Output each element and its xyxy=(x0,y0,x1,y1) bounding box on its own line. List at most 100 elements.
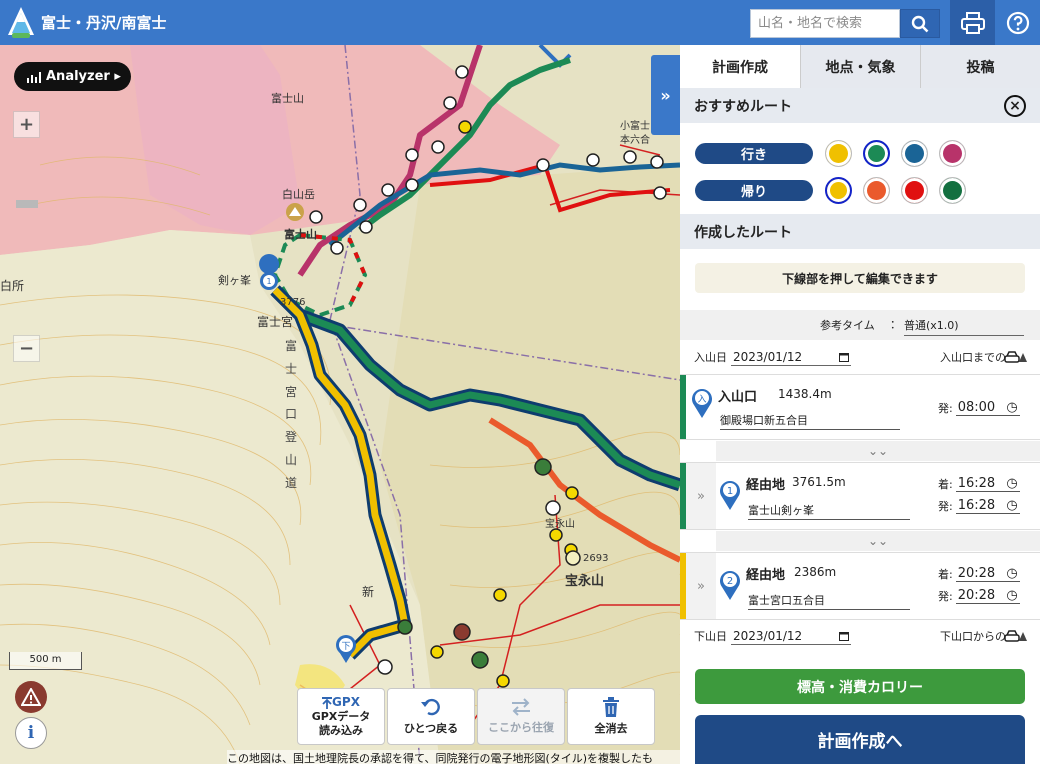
warning-button[interactable] xyxy=(15,681,47,713)
map-view[interactable]: 1 下 富士山 富士山 白山岳 剣ヶ峯 3776 富士宮 白所 宝永山 宝永山 … xyxy=(0,45,680,764)
trash-icon xyxy=(603,697,619,718)
access-to-trailhead-label: 入山口までの xyxy=(940,351,1006,364)
waypoint-start[interactable]: 入 入山口 1438.4m 御殿場口新五合目 発: 08:00 ◷ xyxy=(680,374,1040,440)
zoom-slider[interactable] xyxy=(13,190,40,217)
arrive-time-input[interactable]: 16:28 ◷ xyxy=(955,476,1020,492)
map-label: 新 xyxy=(362,585,375,599)
map-label: 宝永山 xyxy=(545,519,575,530)
map-label: 剣ヶ峯 xyxy=(218,274,251,287)
start-date-input[interactable]: 2023/01/12 xyxy=(731,349,851,366)
access-from-trailhead-label: 下山口からの xyxy=(940,630,1006,643)
chevron-double-right-icon[interactable]: » xyxy=(686,553,716,619)
tab-post[interactable]: 投稿 xyxy=(920,45,1040,88)
undo-label: ひとつ戻る xyxy=(403,722,459,736)
map-label: 富士宮口登山道 xyxy=(285,339,298,490)
arrive-time-row: 着: 20:28 ◷ xyxy=(938,566,1020,582)
map-label: 3776 xyxy=(280,297,306,308)
clear-all-button[interactable]: 全消去 xyxy=(567,688,655,745)
depart-time-input[interactable]: 20:28 ◷ xyxy=(955,588,1020,604)
arrive-label: 着: xyxy=(938,568,953,581)
swap-icon xyxy=(512,698,530,716)
close-icon[interactable]: × xyxy=(1004,94,1026,117)
collapse-panel-button[interactable]: » xyxy=(651,55,680,135)
app-title[interactable]: 富士・丹沢/南富士 xyxy=(41,12,166,33)
search-button[interactable] xyxy=(900,9,940,38)
recommended-route-header: おすすめルート × xyxy=(680,88,1040,123)
return-color-red[interactable] xyxy=(901,177,928,204)
side-panel: 計画作成 地点・気象 投稿 おすすめルート × 行き 帰り 作成したルート 下線… xyxy=(680,45,1040,764)
chevron-down-icon: ⌄⌄ xyxy=(716,441,1040,461)
car-icon[interactable] xyxy=(1004,348,1028,366)
waypoint-1[interactable]: » 1 経由地 3761.5m 富士山剣ヶ峯 着: 16:28 ◷ 発: 16:2… xyxy=(680,462,1040,530)
end-date-label: 下山日 xyxy=(694,630,727,643)
elevation-calorie-button[interactable]: 標高・消費カロリー xyxy=(695,669,1025,704)
map-canvas[interactable]: 1 下 xyxy=(0,45,680,764)
svg-text:1: 1 xyxy=(266,277,271,286)
waypoint-elevation: 2386m xyxy=(794,565,837,579)
calendar-icon xyxy=(839,631,849,641)
print-button[interactable] xyxy=(950,0,995,45)
ref-time-separator: ： xyxy=(890,318,901,331)
analyzer-label: Analyzer ▸ xyxy=(46,69,121,84)
outbound-color-green[interactable] xyxy=(863,140,890,167)
waypoint-place[interactable]: 富士宮口五合目 xyxy=(748,592,910,610)
depart-time-row: 発: 08:00 ◷ xyxy=(938,400,1020,416)
chart-icon xyxy=(27,71,41,83)
info-button[interactable]: i xyxy=(15,717,47,749)
outbound-color-blue[interactable] xyxy=(901,140,928,167)
map-label: 白所 xyxy=(0,279,25,293)
map-label: 2693 xyxy=(583,553,609,564)
svg-text:入: 入 xyxy=(697,394,706,405)
clock-icon: ◷ xyxy=(1006,476,1018,491)
return-color-orange[interactable] xyxy=(863,177,890,204)
depart-time-row: 発: 16:28 ◷ xyxy=(938,498,1020,514)
return-route-row: 帰り xyxy=(680,172,1040,209)
waypoint-elevation: 3761.5m xyxy=(792,475,846,489)
waypoint-2[interactable]: » 2 経由地 2386m 富士宮口五合目 着: 20:28 ◷ 発: 20:28… xyxy=(680,552,1040,620)
end-date-input[interactable]: 2023/01/12 xyxy=(731,628,851,645)
car-icon[interactable] xyxy=(1004,627,1028,645)
return-color-green[interactable] xyxy=(939,177,966,204)
map-label: 小富士 xyxy=(620,121,650,132)
clock-icon: ◷ xyxy=(1006,400,1018,415)
arrive-time-row: 着: 16:28 ◷ xyxy=(938,476,1020,492)
waypoint-place[interactable]: 富士山剣ヶ峯 xyxy=(748,502,910,520)
start-date-row: 入山日 2023/01/12 入山口までの xyxy=(680,344,1040,370)
created-route-title: 作成したルート xyxy=(694,224,792,241)
tab-spot-weather[interactable]: 地点・気象 xyxy=(800,45,920,88)
help-button[interactable] xyxy=(995,0,1040,45)
depart-label: 発: xyxy=(938,402,953,415)
ref-time-select[interactable]: 普通(x1.0) xyxy=(904,317,1024,336)
recommended-route-title: おすすめルート xyxy=(694,98,792,115)
outbound-color-magenta[interactable] xyxy=(939,140,966,167)
search-input[interactable] xyxy=(750,9,900,38)
outbound-color-yellow[interactable] xyxy=(825,140,852,167)
arrive-time-input[interactable]: 20:28 ◷ xyxy=(955,566,1020,582)
waypoint-place[interactable]: 御殿場口新五合目 xyxy=(720,412,900,430)
depart-time-input[interactable]: 08:00 ◷ xyxy=(955,400,1020,416)
svg-text:下: 下 xyxy=(341,642,350,652)
ref-time-row: 参考タイム ： 普通(x1.0) xyxy=(680,313,1040,339)
tab-plan[interactable]: 計画作成 xyxy=(680,45,800,88)
round-trip-button[interactable]: ここから往復 xyxy=(477,688,565,745)
created-route-header: 作成したルート xyxy=(680,214,1040,249)
zoom-slider-handle[interactable] xyxy=(15,199,38,208)
app-header: 富士・丹沢/南富士 xyxy=(0,0,1040,45)
chevron-double-right-icon[interactable]: » xyxy=(686,463,716,529)
depart-time-input[interactable]: 16:28 ◷ xyxy=(955,498,1020,514)
zoom-out-button[interactable]: − xyxy=(13,335,40,362)
chevron-down-icon: ⌄⌄ xyxy=(716,531,1040,551)
outbound-label: 行き xyxy=(695,143,813,164)
gpx-import-label: GPXデータ 読み込み xyxy=(311,710,371,737)
zoom-in-button[interactable]: + xyxy=(13,111,40,138)
create-plan-button[interactable]: 計画作成へ xyxy=(695,715,1025,764)
map-label: 白山岳 xyxy=(282,188,315,201)
analyzer-button[interactable]: Analyzer ▸ xyxy=(14,62,131,91)
mountain-logo-icon[interactable] xyxy=(6,5,36,39)
return-color-yellow[interactable] xyxy=(825,177,852,204)
waypoint-pin-icon: 2 xyxy=(720,571,740,600)
search-icon xyxy=(911,15,929,32)
help-icon xyxy=(1006,11,1029,34)
gpx-import-button[interactable]: GPX GPXデータ 読み込み xyxy=(297,688,385,745)
undo-button[interactable]: ひとつ戻る xyxy=(387,688,475,745)
